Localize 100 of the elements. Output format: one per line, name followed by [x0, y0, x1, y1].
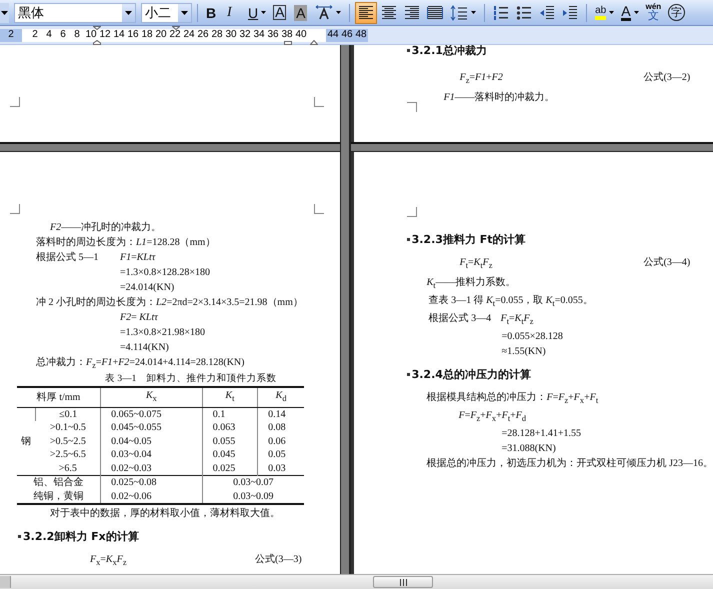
- scrollbar-button[interactable]: [0, 576, 11, 588]
- ruler-number: 20: [154, 30, 168, 40]
- ruler[interactable]: 2 2 4 6 8 10 12 14 16 18 20 22 24 26 28 30 32 34 36 38 40 44 46 48: [0, 26, 713, 45]
- heading-bullet-icon: [18, 535, 21, 538]
- table-header: K$_{d}$: [258, 387, 304, 407]
- table-header: 料厚 t/mm: [17, 387, 101, 407]
- section-heading: 3.2.1总冲裁力: [412, 45, 487, 58]
- section-heading: 3.2.2卸料力 Fx的计算: [23, 529, 139, 544]
- body-text: 根据模具结构总的冲压力：F=F$_{z}$+F$_{x}$+F$_{t}$: [426, 390, 598, 407]
- table-cell: 铝、铝合金: [17, 476, 101, 490]
- body-text: F2= KLtτ: [120, 311, 158, 325]
- section-heading: 3.2.3推料力 Ft的计算: [412, 232, 526, 247]
- body-text: =1.3×0.8×128.28×180: [120, 266, 210, 280]
- tab-stop-icon[interactable]: [284, 41, 292, 45]
- body-text: =28.128+1.41+1.55: [502, 427, 582, 441]
- table-cell: 0.08: [258, 421, 304, 434]
- body-text: 根据公式 3—4: [428, 312, 492, 326]
- align-left-icon: [358, 6, 374, 20]
- ruler-number: 8: [73, 30, 81, 40]
- table-cell: 0.14: [258, 407, 304, 421]
- table-cell: 0.06: [258, 434, 304, 448]
- char-shading-button[interactable]: A: [291, 2, 312, 24]
- decrease-indent-icon: [539, 6, 556, 20]
- section-heading: 3.2.4总的冲压力的计算: [412, 367, 531, 382]
- align-left-button[interactable]: [355, 2, 378, 24]
- dropdown-arrow-icon: [125, 10, 132, 14]
- body-text: 根据总的冲压力，初选压力机为：开式双柱可倾压力机 J23—16。: [426, 456, 713, 471]
- margin-corner-mark: [10, 97, 20, 107]
- ruler-number: 10: [84, 30, 98, 40]
- horizontal-scrollbar[interactable]: [0, 574, 713, 589]
- table-cell: 0.065~0.075: [100, 407, 202, 421]
- table-cell: 0.03: [258, 462, 304, 476]
- ruler-number: 22: [168, 30, 182, 40]
- body-text: =31.088(KN): [502, 442, 556, 456]
- body-text: 根据公式 5—1: [36, 250, 100, 265]
- body-text: =4.114(KN): [120, 341, 169, 355]
- ruler-number: 6: [59, 30, 67, 40]
- margin-corner-mark: [314, 204, 324, 214]
- ruler-number: 26: [196, 30, 210, 40]
- highlight-button[interactable]: ab: [592, 2, 618, 24]
- phonetic-button[interactable]: wén 文: [642, 2, 664, 24]
- table-cell: 0.1: [202, 407, 258, 421]
- formula: F$_{t}$=K$_{t}$F$_{z}$: [500, 312, 534, 328]
- formula: F$_{t}$=K$_{t}$F$_{z}$: [458, 256, 494, 272]
- increase-indent-icon: [562, 6, 578, 20]
- formula: F$_{x}$=K$_{x}$F$_{z}$: [89, 553, 128, 569]
- font-color-button[interactable]: A: [618, 2, 642, 24]
- ruler-number: 48: [354, 30, 368, 40]
- table-cell: 0.055: [202, 434, 258, 448]
- window-split-bar[interactable]: [340, 45, 351, 574]
- ruler-number: 12: [98, 30, 112, 40]
- ruler-number: 18: [140, 30, 154, 40]
- table-cell: 0.045~0.055: [100, 421, 202, 434]
- italic-button[interactable]: I: [224, 2, 244, 24]
- equation-number: 公式(3—4): [644, 256, 690, 270]
- table-cell: ≤0.1: [36, 407, 101, 421]
- margin-corner-mark: [406, 207, 417, 217]
- table-cell: 钢: [17, 407, 36, 476]
- table-cell: 0.063: [202, 421, 258, 434]
- scrollbar-thumb[interactable]: [373, 576, 433, 588]
- body-text: 查表 3—1 得 K$_{t}$=0.055，取 K$_{t}$=0.055。: [428, 294, 593, 310]
- table-header: K$_{t}$: [202, 387, 258, 407]
- ruler-number: 40: [294, 30, 308, 40]
- ruler-number: 36: [266, 30, 280, 40]
- heading-bullet-icon: [406, 238, 410, 241]
- formula: F$_{z}$=F1+F2: [458, 71, 504, 87]
- table-cell: 0.02~0.03: [100, 462, 202, 476]
- ruler-number: 30: [224, 30, 238, 40]
- grip-icon: [398, 578, 408, 586]
- body-text: K$_{t}$——推料力系数。: [426, 276, 516, 292]
- equation-number: 公式(3—2): [644, 70, 690, 85]
- ruler-number: 46: [340, 30, 354, 40]
- ruler-number: 16: [126, 30, 140, 40]
- body-text: F1——落料时的冲裁力。: [444, 90, 555, 105]
- table-cell: 0.03~0.04: [100, 448, 202, 462]
- body-text: F2——冲孔时的冲裁力。: [50, 220, 162, 235]
- underline-button[interactable]: U: [245, 2, 270, 24]
- formula: F1=KLtτ: [120, 251, 156, 265]
- equation-number: 公式(3—3): [255, 552, 302, 567]
- table-header: K$_{x}$: [100, 387, 202, 407]
- bulleted-list-icon: [516, 6, 532, 20]
- table-cell: 0.03~0.07: [202, 476, 304, 490]
- ruler-number: 2: [31, 30, 39, 40]
- table-cell: >0.1~0.5: [36, 421, 101, 434]
- table-cell: 纯铜，黄铜: [17, 490, 101, 504]
- ruler-number: 2: [7, 30, 15, 40]
- heading-bullet-icon: [406, 49, 410, 52]
- body-text: ≈1.55(KN): [502, 345, 546, 359]
- bold-button[interactable]: B: [203, 2, 223, 24]
- body-text: F=F$_{z}$+F$_{x}$+F$_{t}$+F$_{d}$: [458, 409, 526, 425]
- font-size-dropdown[interactable]: 小二: [141, 2, 192, 22]
- margin-corner-mark: [406, 102, 417, 112]
- font-name-dropdown[interactable]: 黑体: [14, 2, 136, 22]
- table-cell: 0.025: [202, 462, 258, 476]
- dropdown-arrow-icon: [181, 10, 188, 14]
- char-border-button[interactable]: A: [270, 2, 290, 24]
- body-text: 对于表中的数据，厚的材料取小值，薄材料取大值。: [50, 506, 280, 521]
- table-cell: 0.05: [258, 448, 304, 462]
- align-center-icon: [381, 6, 398, 20]
- table-cell: 0.025~0.08: [100, 476, 202, 490]
